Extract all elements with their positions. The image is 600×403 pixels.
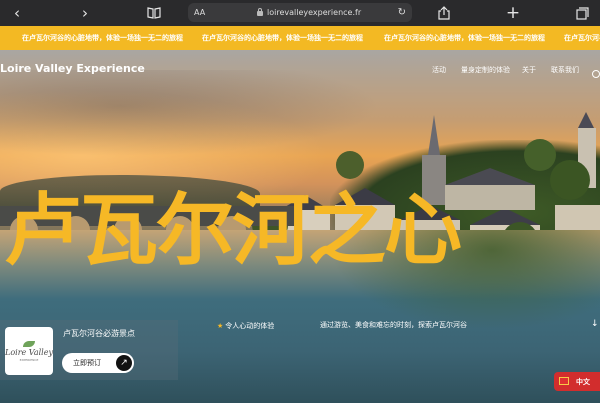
nav-item-custom-experience[interactable]: 量身定制的体验 xyxy=(461,65,510,75)
leaf-icon xyxy=(23,340,35,347)
lock-icon xyxy=(257,8,263,16)
brand-logo[interactable]: Loire Valley Experience xyxy=(0,62,145,75)
feature-highlight: ★ 令人心动的体验 xyxy=(217,321,274,331)
menu-icon[interactable] xyxy=(578,64,600,78)
banner-text: 在卢瓦尔河谷的心脏地带，体验一场独一无二的旅程 xyxy=(384,34,545,42)
reload-icon[interactable]: ↻ xyxy=(398,7,406,18)
hero-title: 卢瓦尔河之心 xyxy=(4,186,462,276)
share-icon[interactable] xyxy=(437,3,451,23)
banner-text: 在卢瓦尔河谷的心脏地带，体验一场独一无二的旅程 xyxy=(22,34,183,42)
language-selector[interactable]: 中文 xyxy=(554,372,600,391)
nav-item-activities[interactable]: 活动 xyxy=(432,65,446,75)
banner-text: 在卢瓦尔河谷的心脏地带，体验一场独一无二的旅程 xyxy=(202,34,363,42)
arrow-up-right-icon: ↗ xyxy=(116,355,132,371)
card-title: 卢瓦尔河谷必游景点 xyxy=(63,329,135,338)
nav-item-about[interactable]: 关于 xyxy=(522,65,536,75)
address-bar[interactable]: AA loirevalleyexperience.fr ↻ xyxy=(188,3,412,22)
china-flag-icon xyxy=(559,377,569,385)
back-icon[interactable]: ‹ xyxy=(10,3,24,23)
hero-description: 通过游览、美食和难忘的时刻，探索卢瓦尔河谷 xyxy=(320,321,467,329)
book-now-label: 立即预订 xyxy=(73,359,101,367)
new-tab-icon[interactable]: + xyxy=(506,3,520,23)
logo-line-2: EXPERIENCE xyxy=(19,357,39,362)
bookmarks-icon[interactable] xyxy=(146,3,162,23)
url-text: loirevalleyexperience.fr xyxy=(267,8,362,17)
language-label: 中文 xyxy=(576,378,590,386)
browser-toolbar: ‹ › AA loirevalleyexperience.fr ↻ + xyxy=(0,0,600,26)
star-icon: ★ xyxy=(217,322,224,330)
company-logo: Loire Valley EXPERIENCE xyxy=(5,327,53,375)
book-now-button[interactable]: 立即预订 ↗ xyxy=(62,353,134,373)
scroll-down-icon[interactable]: ↓ xyxy=(591,319,599,329)
forward-icon[interactable]: › xyxy=(78,3,92,23)
logo-line-1: Loire Valley xyxy=(5,347,53,357)
tabs-icon[interactable] xyxy=(575,3,589,23)
nav-item-contact[interactable]: 联系我们 xyxy=(551,65,579,75)
feature-text: 令人心动的体验 xyxy=(225,322,275,330)
announcement-banner: 在卢瓦尔河谷的心脏地带，体验一场独一无二的旅程 在卢瓦尔河谷的心脏地带，体验一场… xyxy=(0,26,600,50)
reader-icon[interactable]: AA xyxy=(194,8,205,17)
banner-text: 在卢瓦尔河谷的心脏地带，体验一场独一无二的旅程 xyxy=(564,34,600,42)
